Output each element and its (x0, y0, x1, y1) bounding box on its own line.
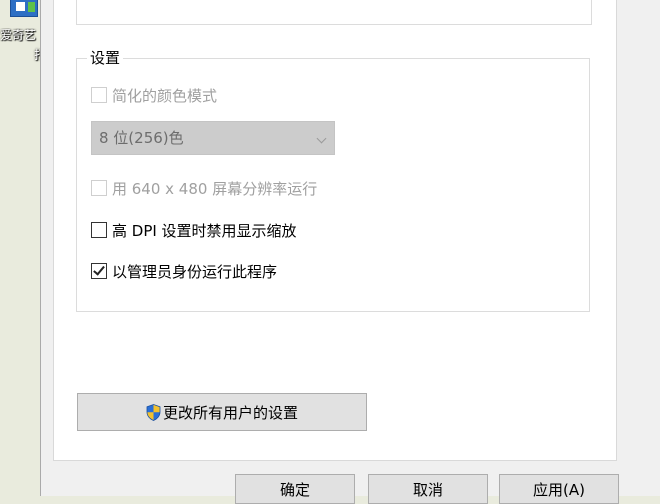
chevron-down-icon (316, 133, 327, 144)
reduced-color-mode-checkbox-box[interactable] (91, 87, 107, 103)
change-all-users-button[interactable]: 更改所有用户的设置 (77, 393, 367, 431)
run-as-admin-checkbox-box[interactable] (91, 263, 107, 279)
properties-dialog: 设置 简化的颜色模式 8 位(256)色 用 640 x 480 屏幕分辨率运行… (40, 0, 660, 504)
disable-dpi-scaling-checkbox[interactable]: 高 DPI 设置时禁用显示缩放 (91, 219, 297, 241)
cancel-button[interactable]: 取消 (368, 474, 488, 504)
ok-button[interactable]: 确定 (235, 474, 355, 504)
uac-shield-icon (146, 403, 161, 421)
color-depth-select[interactable]: 8 位(256)色 (91, 121, 335, 155)
top-group-box (76, 0, 592, 25)
iqiyi-app-icon (10, 0, 38, 17)
settings-group-title: 设置 (87, 48, 124, 68)
run-640x480-label: 用 640 x 480 屏幕分辨率运行 (112, 179, 318, 198)
run-as-admin-checkbox[interactable]: 以管理员身份运行此程序 (91, 260, 277, 282)
run-640x480-checkbox[interactable]: 用 640 x 480 屏幕分辨率运行 (91, 177, 317, 199)
apply-button[interactable]: 应用(A) (499, 474, 619, 504)
run-640x480-checkbox-box[interactable] (91, 180, 107, 196)
disable-dpi-scaling-checkbox-box[interactable] (91, 222, 107, 238)
change-all-users-label: 更改所有用户的设置 (162, 403, 298, 422)
compatibility-tab-page: 设置 简化的颜色模式 8 位(256)色 用 640 x 480 屏幕分辨率运行… (53, 0, 617, 461)
color-depth-value: 8 位(256)色 (99, 129, 184, 147)
reduced-color-mode-checkbox[interactable]: 简化的颜色模式 (91, 84, 217, 106)
disable-dpi-scaling-label: 高 DPI 设置时禁用显示缩放 (112, 221, 297, 240)
run-as-admin-label: 以管理员身份运行此程序 (112, 262, 278, 281)
reduced-color-mode-label: 简化的颜色模式 (112, 86, 218, 105)
